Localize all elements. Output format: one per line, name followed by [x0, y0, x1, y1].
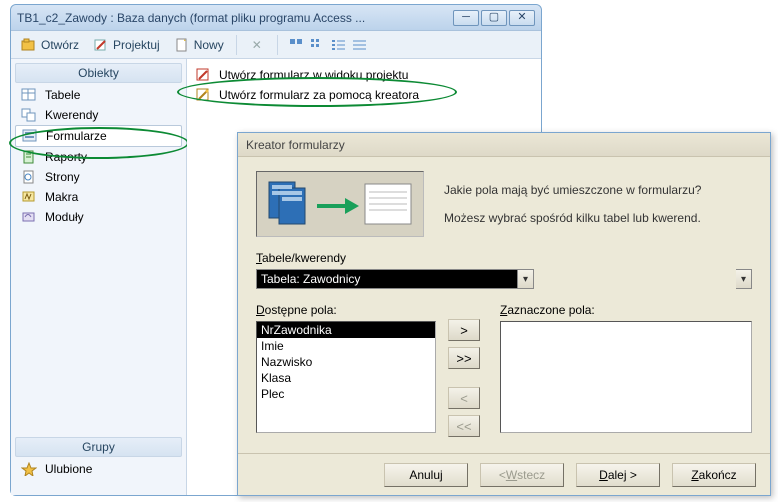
- move-right-button[interactable]: >: [448, 319, 480, 341]
- groups-item-favorites[interactable]: Ulubione: [15, 459, 182, 479]
- back-button[interactable]: < Wstecz: [480, 463, 564, 487]
- objects-header: Obiekty: [15, 63, 182, 83]
- db-toolbar: Otwórz Projektuj Nowy ✕: [11, 31, 541, 59]
- view-large-icon[interactable]: [288, 37, 306, 53]
- view-details-icon[interactable]: [351, 37, 369, 53]
- reports-icon: [21, 150, 37, 164]
- list-item[interactable]: Imie: [257, 338, 435, 354]
- queries-icon: [21, 108, 37, 122]
- combo-end-drop-icon[interactable]: ▾: [736, 269, 752, 289]
- wizard-prompt-2: Możesz wybrać spośród kilku tabel lub kw…: [444, 211, 752, 225]
- objects-item-label: Raporty: [45, 150, 87, 164]
- objects-item-tables[interactable]: Tabele: [15, 85, 182, 105]
- wand-icon: [195, 87, 211, 103]
- modules-icon: [21, 210, 37, 224]
- tables-queries-label-rest: abele/kwerendy: [262, 251, 346, 265]
- next-button[interactable]: Dalej >: [576, 463, 660, 487]
- objects-item-forms[interactable]: Formularze: [15, 125, 182, 147]
- available-listbox[interactable]: NrZawodnika Imie Nazwisko Klasa Plec: [256, 321, 436, 433]
- view-small-icon[interactable]: [309, 37, 327, 53]
- list-item[interactable]: Plec: [257, 386, 435, 402]
- fields-columns: Dostępne pola: NrZawodnika Imie Nazwisko…: [256, 303, 752, 437]
- selected-listbox[interactable]: [500, 321, 752, 433]
- new-icon: [174, 37, 190, 53]
- pages-icon: [21, 170, 37, 184]
- open-icon: [21, 37, 37, 53]
- groups-item-label: Ulubione: [45, 462, 92, 476]
- objects-item-queries[interactable]: Kwerendy: [15, 105, 182, 125]
- combo-spacer: [534, 269, 736, 289]
- tables-icon: [21, 88, 37, 102]
- selected-label: Zaznaczone pola:: [500, 303, 752, 317]
- objects-item-label: Strony: [45, 170, 80, 184]
- move-left-button[interactable]: <: [448, 387, 480, 409]
- delete-button[interactable]: ✕: [243, 35, 271, 55]
- db-title: TB1_c2_Zawody : Baza danych (format plik…: [17, 11, 451, 25]
- design-icon: [93, 37, 109, 53]
- create-form-wizard[interactable]: Utwórz formularz za pomocą kreatora: [193, 85, 535, 105]
- tables-queries-label: Tabele/kwerendy: [256, 251, 752, 265]
- design-button[interactable]: Projektuj: [87, 35, 166, 55]
- create-form-design[interactable]: Utwórz formularz w widoku projektu: [193, 65, 535, 85]
- tables-queries-combo[interactable]: ▾ ▾: [256, 269, 752, 289]
- cancel-button[interactable]: Anuluj: [384, 463, 468, 487]
- objects-item-label: Tabele: [45, 88, 80, 102]
- finish-button[interactable]: Zakończ: [672, 463, 756, 487]
- wizard-prompt-1: Jakie pola mają być umieszczone w formul…: [444, 183, 752, 197]
- move-all-right-button[interactable]: >>: [448, 347, 480, 369]
- objects-item-modules[interactable]: Moduły: [15, 207, 182, 227]
- objects-item-label: Kwerendy: [45, 108, 98, 122]
- objects-item-label: Makra: [45, 190, 78, 204]
- wizard-prompt: Jakie pola mają być umieszczone w formul…: [444, 183, 752, 225]
- open-label: Otwórz: [41, 38, 79, 52]
- wizard-content: Jakie pola mają być umieszczone w formul…: [238, 157, 770, 447]
- toolbar-separator: [236, 35, 237, 55]
- objects-item-pages[interactable]: Strony: [15, 167, 182, 187]
- create-form-wizard-label: Utwórz formularz za pomocą kreatora: [219, 88, 419, 102]
- view-icons: [288, 37, 369, 53]
- minimize-button[interactable]: ─: [453, 10, 479, 26]
- wizard-icon: [195, 67, 211, 83]
- wizard-banner: Jakie pola mają być umieszczone w formul…: [256, 171, 752, 237]
- tables-queries-input[interactable]: [256, 269, 518, 289]
- create-form-design-label: Utwórz formularz w widoku projektu: [219, 68, 408, 82]
- available-column: Dostępne pola: NrZawodnika Imie Nazwisko…: [256, 303, 436, 437]
- macros-icon: [21, 190, 37, 204]
- groups-header: Grupy: [15, 437, 182, 457]
- list-item[interactable]: Nazwisko: [257, 354, 435, 370]
- favorites-icon: [21, 462, 37, 476]
- list-item[interactable]: NrZawodnika: [257, 322, 435, 338]
- available-label: Dostępne pola:: [256, 303, 436, 317]
- delete-icon: ✕: [249, 37, 265, 53]
- wizard-title: Kreator formularzy: [246, 138, 345, 152]
- new-label: Nowy: [194, 38, 224, 52]
- view-list-icon[interactable]: [330, 37, 348, 53]
- combo-drop-icon[interactable]: ▾: [518, 269, 534, 289]
- form-wizard-dialog: Kreator formularzy Jakie pola mają być u…: [237, 132, 771, 496]
- db-titlebar: TB1_c2_Zawody : Baza danych (format plik…: [11, 5, 541, 31]
- design-label: Projektuj: [113, 38, 160, 52]
- close-button[interactable]: ✕: [509, 10, 535, 26]
- objects-item-label: Moduły: [45, 210, 84, 224]
- objects-item-reports[interactable]: Raporty: [15, 147, 182, 167]
- maximize-button[interactable]: ▢: [481, 10, 507, 26]
- objects-pane: Obiekty Tabele Kwerendy Formularze Rapor…: [11, 59, 187, 495]
- wizard-button-row: Anuluj < Wstecz Dalej > Zakończ: [238, 453, 770, 495]
- new-button[interactable]: Nowy: [168, 35, 230, 55]
- list-item[interactable]: Klasa: [257, 370, 435, 386]
- wizard-titlebar: Kreator formularzy: [238, 133, 770, 157]
- wizard-art: [256, 171, 424, 237]
- objects-item-label: Formularze: [46, 129, 107, 143]
- open-button[interactable]: Otwórz: [15, 35, 85, 55]
- forms-icon: [22, 129, 38, 143]
- move-all-left-button[interactable]: <<: [448, 415, 480, 437]
- objects-list: Tabele Kwerendy Formularze Raporty Stron…: [15, 85, 182, 227]
- move-buttons: > >> < <<: [448, 303, 488, 437]
- objects-item-macros[interactable]: Makra: [15, 187, 182, 207]
- toolbar-separator-2: [277, 35, 278, 55]
- selected-column: Zaznaczone pola:: [500, 303, 752, 437]
